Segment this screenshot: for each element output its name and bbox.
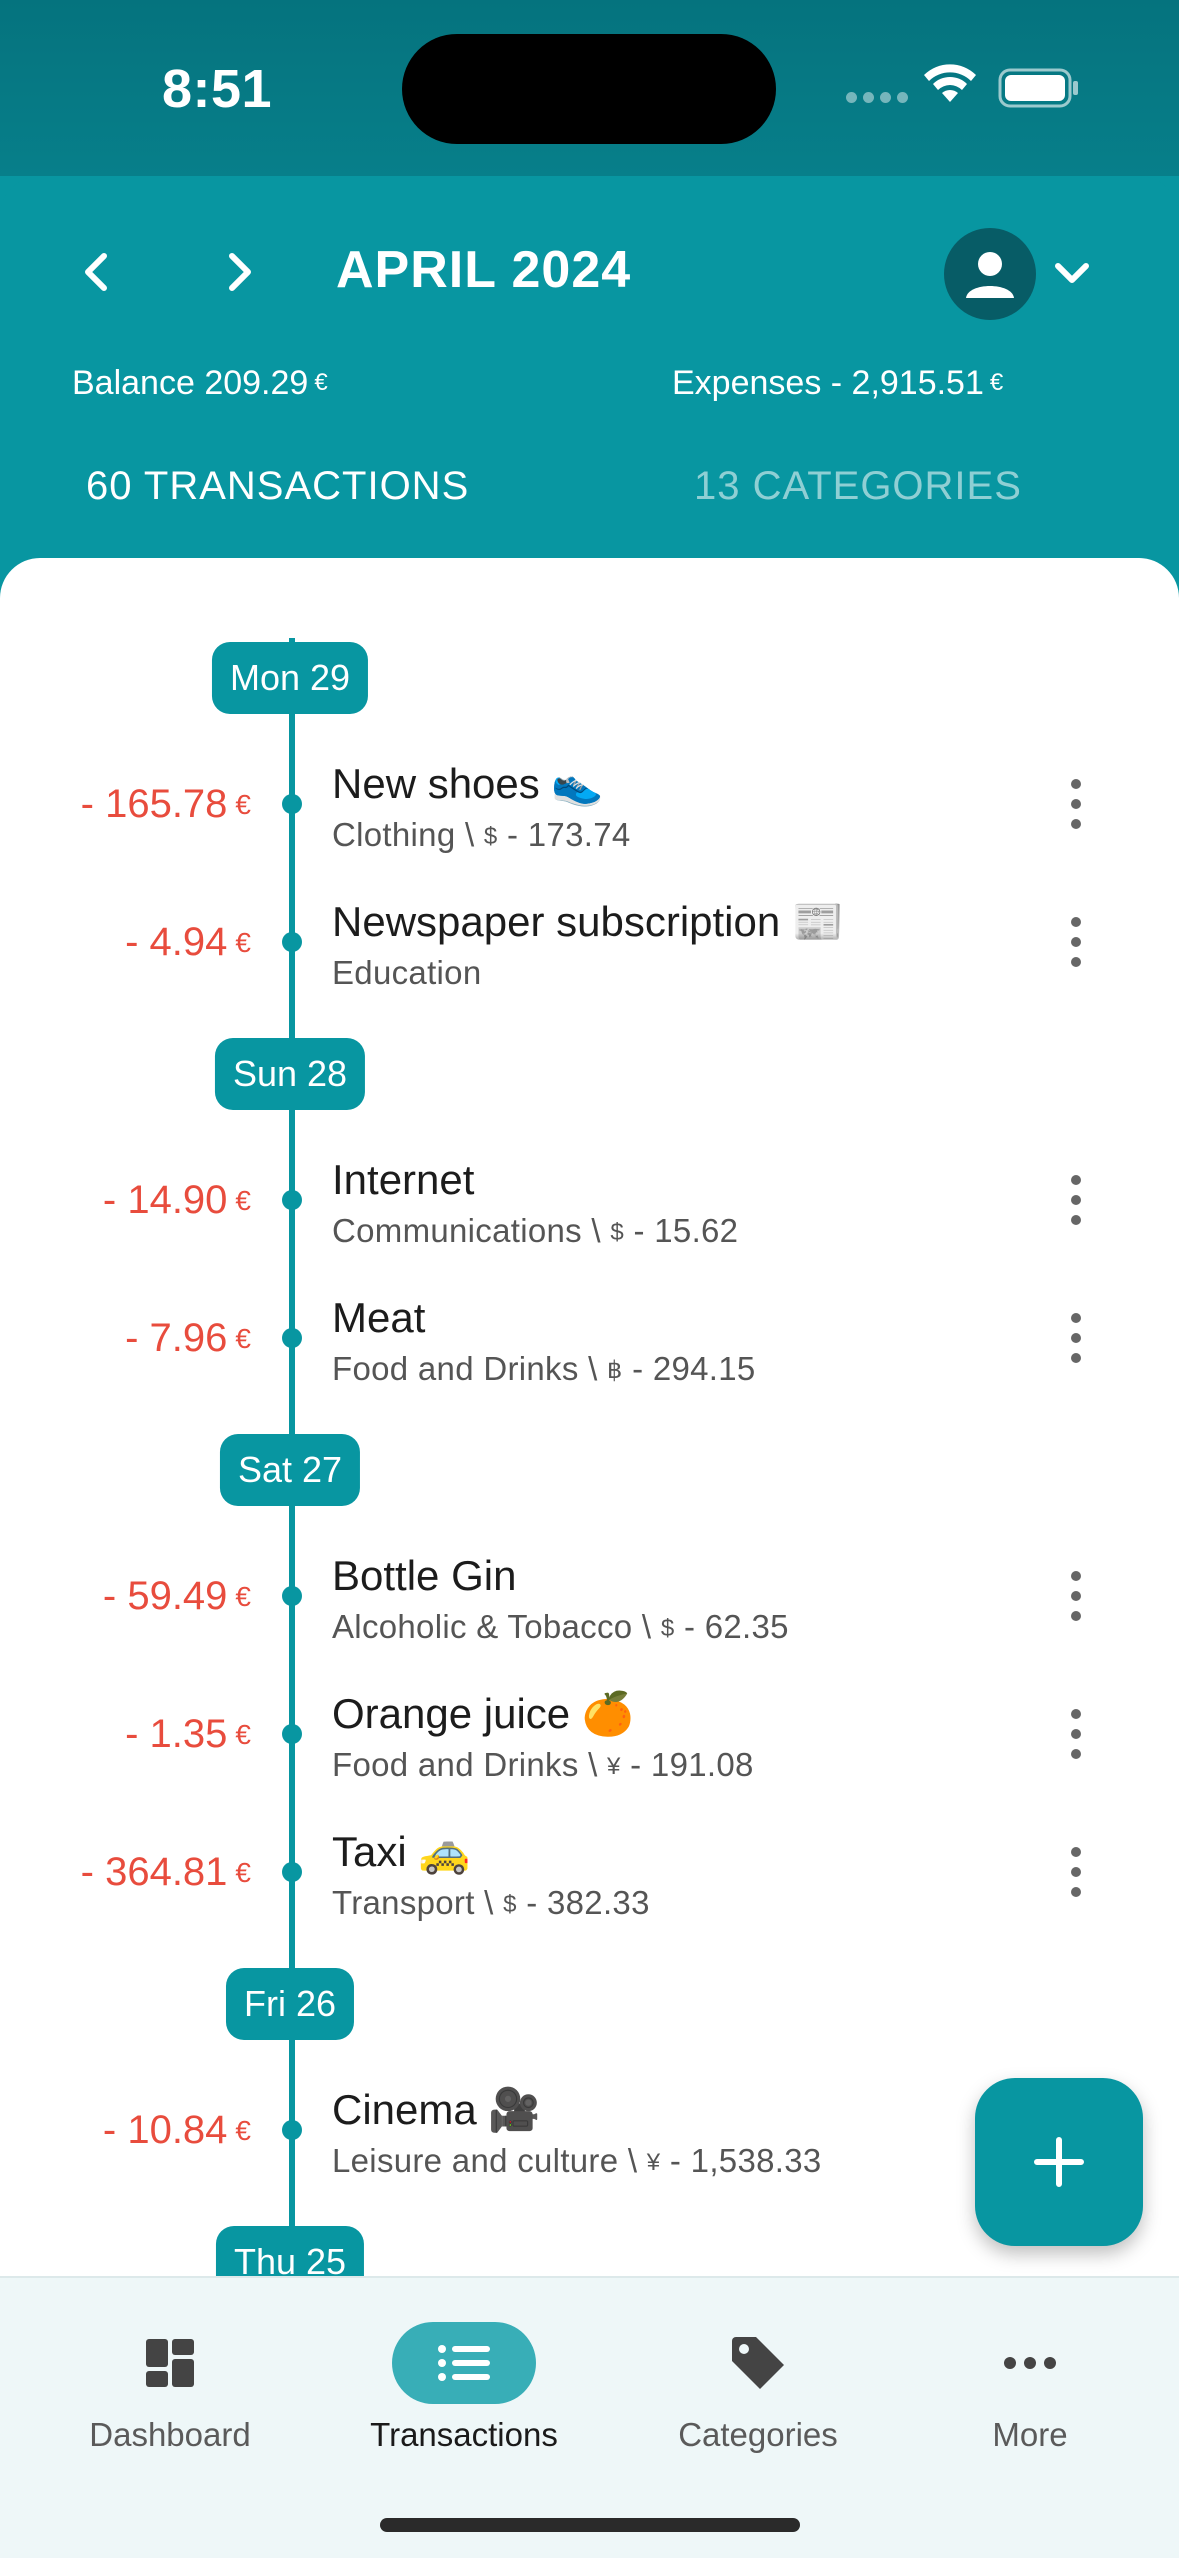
status-bar: 8:51 [0,0,1179,176]
tag-icon [686,2322,830,2404]
timeline-dot [282,794,302,814]
account-avatar[interactable] [944,228,1036,320]
transaction-amount: - 165.78 € [80,782,251,826]
more-vertical-icon[interactable] [1060,1704,1092,1764]
plus-icon [1034,2137,1084,2187]
more-vertical-icon[interactable] [1060,774,1092,834]
transaction-row[interactable]: - 165.78 € New shoes 👟 Clothing \ $ - 173… [0,754,1179,874]
timeline-dot [282,1586,302,1606]
cellular-signal-icon [846,92,908,103]
previous-month-button[interactable] [56,232,136,312]
more-vertical-icon[interactable] [1060,1170,1092,1230]
nav-label: Dashboard [89,2416,251,2453]
battery-icon [998,68,1078,108]
timeline-dot [282,932,302,952]
expenses-value: Expenses - 2,915.51 [672,364,984,402]
nav-label: More [992,2416,1068,2453]
day-header: Fri 26 [225,1968,355,2040]
timeline-dot [282,1190,302,1210]
timeline-dot [282,1724,302,1744]
more-vertical-icon[interactable] [1060,1308,1092,1368]
transaction-amount: - 10.84 € [102,2108,251,2152]
balance-value: Balance 209.29 [72,364,309,402]
chevron-down-icon[interactable] [1050,252,1094,296]
transaction-title: New shoes 👟 [332,760,604,807]
bottom-navigation: Dashboard Transactions Categories More [0,2276,1179,2558]
transaction-title: Meat [332,1294,426,1341]
balance-summary: Balance 209.29 € [72,364,328,403]
tab-categories[interactable]: 13 CATEGORIES [694,464,1022,509]
transaction-category: Leisure and culture \ ¥ - 1,538.33 [332,2142,822,2179]
expenses-summary: Expenses - 2,915.51 € [672,364,1003,403]
day-header: Thu 25 [215,2226,365,2278]
nav-label: Transactions [370,2416,558,2453]
wifi-icon [924,64,976,102]
transaction-title: Orange juice 🍊 [332,1690,635,1737]
transaction-category: Food and Drinks \ ฿ - 294.15 [332,1350,756,1387]
transaction-row[interactable]: - 59.49 € Bottle Gin Alcoholic & Tobacco … [0,1546,1179,1666]
timeline-dot [282,1862,302,1882]
transaction-row[interactable]: - 4.94 € Newspaper subscription 📰 Educati… [0,892,1179,1012]
transaction-row[interactable]: - 14.90 € Internet Communications \ $ - 1… [0,1150,1179,1270]
transaction-category: Communications \ $ - 15.62 [332,1212,739,1249]
transaction-title: Internet [332,1156,475,1203]
day-header: Sun 28 [214,1038,366,1110]
transaction-row[interactable]: - 364.81 € Taxi 🚕 Transport \ $ - 382.33 [0,1822,1179,1942]
next-month-button[interactable] [200,232,280,312]
more-vertical-icon[interactable] [1060,1566,1092,1626]
transaction-category: Clothing \ $ - 173.74 [332,816,631,853]
chevron-left-icon [85,253,107,291]
transaction-amount: - 364.81 € [80,1850,251,1894]
nav-label: Categories [678,2416,838,2453]
dashboard-icon [98,2322,242,2404]
transaction-amount: - 59.49 € [102,1574,251,1618]
transaction-title: Cinema 🎥 [332,2086,541,2133]
user-icon [966,252,1014,298]
status-time: 8:51 [162,59,273,119]
home-indicator [380,2518,800,2532]
tab-transactions[interactable]: 60 TRANSACTIONS [86,464,469,509]
list-icon [392,2322,536,2404]
balance-currency: € [314,369,328,396]
day-header: Mon 29 [211,642,369,714]
transaction-category: Education [332,954,482,991]
transaction-row[interactable]: - 1.35 € Orange juice 🍊 Food and Drinks \… [0,1684,1179,1804]
more-vertical-icon[interactable] [1060,1842,1092,1902]
transaction-category: Food and Drinks \ ¥ - 191.08 [332,1746,754,1783]
transaction-amount: - 1.35 € [125,1712,251,1756]
more-horizontal-icon [958,2322,1102,2404]
transaction-category: Alcoholic & Tobacco \ $ - 62.35 [332,1608,789,1645]
transaction-amount: - 7.96 € [125,1316,251,1360]
expenses-currency: € [989,369,1004,396]
month-title[interactable]: APRIL 2024 [336,240,631,300]
timeline-dot [282,1328,302,1348]
dynamic-island [402,34,776,144]
transaction-amount: - 4.94 € [125,920,251,964]
transactions-timeline: Mon 29 - 165.78 € New shoes 👟 Clothing \ … [0,558,1179,2278]
transaction-amount: - 14.90 € [102,1178,251,1222]
transaction-title: Newspaper subscription 📰 [332,898,845,945]
more-vertical-icon[interactable] [1060,912,1092,972]
header: 8:51 APRIL 2024 Balance 209.29 € Expenses… [0,0,1179,640]
timeline-dot [282,2120,302,2140]
chevron-right-icon [229,253,251,291]
day-header: Sat 27 [219,1434,361,1506]
transaction-title: Taxi 🚕 [332,1828,471,1875]
add-transaction-button[interactable] [975,2078,1143,2246]
transaction-category: Transport \ $ - 382.33 [332,1884,650,1921]
transaction-row[interactable]: - 7.96 € Meat Food and Drinks \ ฿ - 294.1… [0,1288,1179,1408]
transaction-title: Bottle Gin [332,1552,517,1599]
